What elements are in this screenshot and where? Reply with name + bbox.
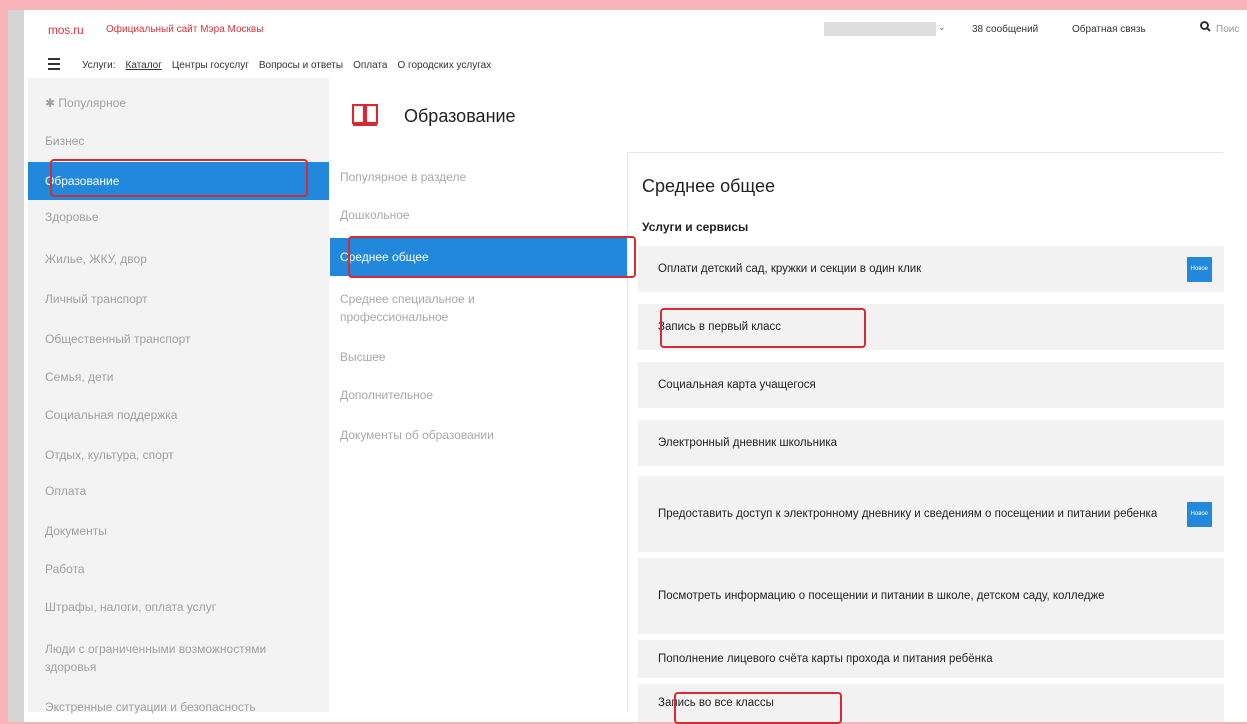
- nav-item[interactable]: Вопросы и ответы: [259, 60, 343, 71]
- sidebar-item[interactable]: Семья, дети: [28, 370, 329, 384]
- sidebar-item[interactable]: Отдых, культура, спорт: [28, 448, 329, 462]
- service-card[interactable]: Пополнение лицевого счёта карты прохода …: [638, 640, 1224, 678]
- hamburger-menu-icon[interactable]: [48, 58, 60, 73]
- service-card[interactable]: Запись в первый класс: [638, 304, 1224, 350]
- subcategory-item[interactable]: Популярное в разделе: [330, 170, 627, 184]
- book-icon: [351, 103, 379, 131]
- subcategory-item[interactable]: Среднее специальное и профессиональное: [330, 290, 550, 326]
- sidebar-item[interactable]: Общественный транспорт: [28, 332, 329, 346]
- service-card[interactable]: Оплати детский сад, кружки и секции в од…: [638, 246, 1224, 292]
- catalog-sidebar: Популярное Бизнес Образование Здоровье Жилье…: [28, 78, 329, 714]
- sidebar-item[interactable]: Популярное: [28, 96, 329, 110]
- service-card[interactable]: Предоставить доступ к электронному дневн…: [638, 476, 1224, 552]
- new-badge: Новое: [1186, 256, 1212, 282]
- service-label: Электронный дневник школьника: [658, 436, 838, 449]
- nav-item: Услуги:: [82, 60, 116, 71]
- header: mos.ru Официальный сайт Мэра Москвы ⌄ 38…: [24, 10, 1247, 48]
- service-label: Пополнение лицевого счёта карты прохода …: [658, 652, 993, 665]
- service-label: Социальная карта учащегося: [658, 378, 816, 391]
- subcategory-item[interactable]: Среднее общее: [330, 238, 627, 276]
- services-heading: Услуги и сервисы: [642, 220, 749, 234]
- site-logo[interactable]: mos.ru: [48, 23, 84, 37]
- service-label: Предоставить доступ к электронному дневн…: [658, 507, 1158, 520]
- category-title: Образование: [404, 106, 516, 126]
- sidebar-item[interactable]: Документы: [28, 524, 329, 538]
- messages-link[interactable]: 38 сообщений: [972, 24, 1038, 35]
- feedback-link[interactable]: Обратная связь: [1072, 24, 1146, 35]
- nav-item[interactable]: О городских услугах: [397, 60, 491, 71]
- chevron-down-icon[interactable]: ⌄: [938, 22, 946, 33]
- sidebar-item[interactable]: Личный транспорт: [28, 292, 329, 306]
- sidebar-item[interactable]: Экстренные ситуации и безопасность: [28, 698, 298, 716]
- user-account-dropdown[interactable]: [824, 22, 936, 36]
- service-card[interactable]: Посмотреть информацию о посещении и пита…: [638, 558, 1224, 634]
- subcategory-title: Среднее общее: [642, 176, 776, 196]
- service-card[interactable]: Запись во все классы: [638, 684, 1224, 722]
- nav-items: Услуги: Каталог Центры госуслуг Вопросы и о…: [82, 60, 491, 71]
- sidebar-item[interactable]: Бизнес: [28, 134, 329, 148]
- sidebar-item[interactable]: Люди с ограниченными возможностями здоро…: [28, 640, 298, 676]
- window-edge: [8, 10, 24, 722]
- subcategory-item[interactable]: Дополнительное: [330, 388, 627, 402]
- nav-item[interactable]: Оплата: [353, 60, 387, 71]
- subcategory-list: Популярное в разделе Дошкольное Среднее об…: [330, 152, 627, 712]
- subcategory-item[interactable]: Документы об образовании: [330, 428, 627, 442]
- service-label: Запись во все классы: [658, 696, 774, 709]
- subcategory-item[interactable]: Высшее: [330, 350, 627, 364]
- subcategory-item[interactable]: Дошкольное: [330, 208, 627, 222]
- service-card[interactable]: Электронный дневник школьника: [638, 420, 1224, 466]
- sidebar-item[interactable]: Работа: [28, 562, 329, 576]
- search-input[interactable]: Поис: [1216, 24, 1239, 35]
- sidebar-item[interactable]: Здоровье: [28, 210, 329, 224]
- search-icon[interactable]: [1200, 21, 1211, 35]
- service-label: Оплати детский сад, кружки и секции в од…: [658, 262, 922, 275]
- service-label: Посмотреть информацию о посещении и пита…: [658, 589, 1105, 602]
- sidebar-item[interactable]: Социальная поддержка: [28, 408, 329, 422]
- main-nav: Услуги: Каталог Центры госуслуг Вопросы и о…: [24, 54, 1247, 76]
- sidebar-item[interactable]: Жилье, ЖКУ, двор: [28, 252, 329, 266]
- nav-item[interactable]: Каталог: [126, 60, 162, 71]
- sidebar-item[interactable]: Образование: [28, 162, 329, 200]
- service-card[interactable]: Социальная карта учащегося: [638, 362, 1224, 408]
- service-label: Запись в первый класс: [658, 320, 782, 333]
- new-badge: Новое: [1186, 501, 1212, 527]
- sidebar-item[interactable]: Штрафы, налоги, оплата услуг: [28, 600, 329, 614]
- nav-item[interactable]: Центры госуслуг: [172, 60, 249, 71]
- site-title-link[interactable]: Официальный сайт Мэра Москвы: [106, 24, 263, 35]
- sidebar-item[interactable]: Оплата: [28, 484, 329, 498]
